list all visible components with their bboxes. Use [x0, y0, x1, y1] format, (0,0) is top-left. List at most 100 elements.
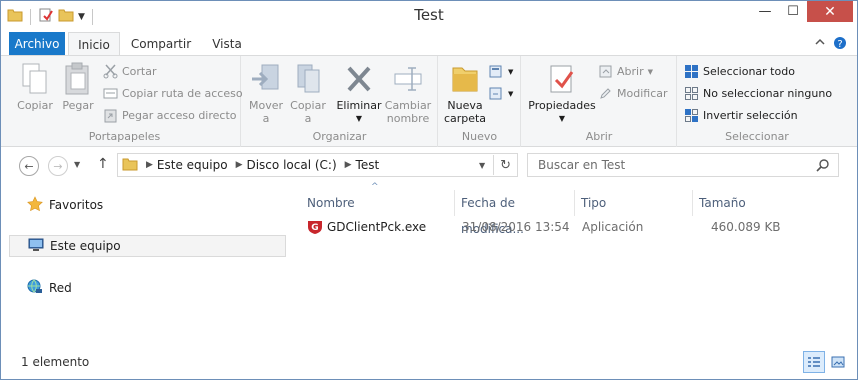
copiar-ruta-label: Copiar ruta de acceso — [122, 87, 243, 100]
file-date: 31/08/2016 13:54 — [462, 220, 570, 234]
invertir-seleccion-label: Invertir selección — [703, 109, 798, 122]
select-none-icon — [684, 86, 699, 101]
breadcrumb-este-equipo[interactable]: Este equipo — [157, 158, 228, 172]
forward-icon[interactable]: → — [48, 156, 68, 176]
copy-path-icon — [103, 86, 118, 101]
tab-compartir[interactable]: Compartir — [125, 32, 197, 56]
cambiar-label: Cambiar — [384, 99, 432, 112]
copiar-ruta-button[interactable]: Copiar ruta de acceso — [103, 86, 243, 101]
file-size: 460.089 KB — [711, 220, 781, 234]
seleccionar-todo-label: Seleccionar todo — [703, 65, 795, 78]
easy-access-dropdown-icon: ▼ — [508, 89, 514, 98]
chevron-right-icon[interactable]: ▶ — [146, 160, 153, 170]
new-folder-icon — [449, 62, 481, 96]
cortar-label: Cortar — [122, 65, 157, 78]
ribbon-expand-icon[interactable] — [813, 36, 827, 53]
copiar-button[interactable]: Copiar — [13, 62, 57, 112]
window-title: Test — [414, 6, 444, 24]
nueva-carpeta-button[interactable]: Nueva carpeta — [443, 62, 487, 125]
paste-icon — [62, 62, 94, 96]
nav-item-red[interactable]: Red — [9, 277, 286, 299]
address-history-icon[interactable]: ▼ — [479, 161, 485, 170]
breadcrumb-disco-local[interactable]: Disco local (C:) — [246, 158, 336, 172]
ribbon-right-icons: ? — [813, 36, 847, 53]
no-seleccionar-label: No seleccionar ninguno — [703, 87, 833, 100]
chevron-right-icon[interactable]: ▶ — [345, 160, 352, 170]
pegar-acceso-button[interactable]: Pegar acceso directo — [103, 108, 237, 123]
mover-label: Mover — [248, 99, 284, 112]
close-icon[interactable]: ✕ — [807, 1, 853, 22]
tab-inicio[interactable]: Inicio — [68, 32, 120, 56]
up-icon[interactable]: ↑ — [97, 156, 109, 172]
group-seleccionar: Seleccionar todo No seleccionar ninguno … — [678, 56, 836, 147]
copiar-a-label: Copiar — [290, 99, 326, 112]
search-icon[interactable] — [816, 158, 830, 175]
nav-item-label: Favoritos — [49, 198, 104, 212]
new-item-icon — [489, 64, 504, 79]
eliminar-button[interactable]: Eliminar ▼ — [336, 62, 382, 125]
minimize-icon[interactable]: — — [751, 1, 779, 22]
nav-item-label: Red — [49, 281, 72, 295]
tab-vista[interactable]: Vista — [201, 32, 253, 56]
propiedades-dropdown-icon[interactable]: ▼ — [526, 112, 598, 125]
cut-icon — [103, 64, 118, 79]
column-header-tipo[interactable]: Tipo — [575, 190, 693, 216]
copiar-a-button[interactable]: Copiar a — [288, 62, 328, 125]
chevron-right-icon[interactable]: ▶ — [236, 160, 243, 170]
nuevo-elemento-button[interactable]: ▼ — [489, 64, 513, 79]
paste-shortcut-icon — [103, 108, 118, 123]
cambiar-nombre-button[interactable]: Cambiar nombre — [384, 62, 432, 125]
network-icon — [27, 279, 43, 298]
mover-a-button[interactable]: Mover a — [246, 62, 286, 125]
open-icon — [598, 64, 613, 79]
mover-label-2: a — [262, 112, 270, 125]
invert-selection-icon — [684, 108, 699, 123]
ribbon: Copiar Pegar Cortar Copiar ruta de acces… — [1, 55, 857, 147]
back-icon[interactable]: ← — [19, 156, 39, 176]
seleccionar-todo-button[interactable]: Seleccionar todo — [684, 64, 795, 79]
nav-item-este-equipo[interactable]: Este equipo — [9, 235, 286, 257]
tab-archivo[interactable]: Archivo — [9, 32, 65, 56]
file-name: GDClientPck.exe — [327, 220, 427, 234]
modificar-label: Modificar — [617, 87, 668, 100]
copiar-label: Copiar — [17, 99, 53, 112]
table-row[interactable]: G GDClientPck.exe 31/08/2016 13:54 Aplic… — [301, 217, 781, 239]
rename-icon — [392, 62, 424, 96]
modificar-button[interactable]: Modificar — [598, 86, 668, 101]
breadcrumb-test[interactable]: Test — [356, 158, 380, 172]
group-organizar: Mover a Copiar a Eliminar ▼ Cambiar nomb… — [242, 56, 438, 147]
maximize-icon[interactable]: ☐ — [779, 1, 807, 22]
refresh-icon[interactable]: ↻ — [500, 158, 511, 173]
new-item-dropdown-icon: ▼ — [508, 67, 514, 76]
address-bar[interactable]: ▶ Este equipo ▶ Disco local (C:) ▶ Test … — [117, 153, 518, 177]
file-type: Aplicación — [582, 220, 644, 234]
search-placeholder: Buscar en Test — [538, 158, 626, 172]
no-seleccionar-button[interactable]: No seleccionar ninguno — [684, 86, 832, 101]
nueva-label: Nueva — [447, 99, 483, 112]
group-label-abrir: Abrir — [585, 130, 613, 143]
cortar-button[interactable]: Cortar — [103, 64, 157, 79]
recent-locations-icon[interactable]: ▼ — [74, 160, 80, 169]
edit-icon — [598, 86, 613, 101]
column-header-nombre[interactable]: Nombre — [301, 190, 455, 216]
column-header-tamano[interactable]: Tamaño — [693, 190, 775, 216]
large-icons-view-icon[interactable] — [827, 351, 849, 373]
copiar-a-label-2: a — [304, 112, 312, 125]
help-icon[interactable]: ? — [833, 36, 847, 53]
nombre-label: nombre — [386, 112, 430, 125]
pegar-button[interactable]: Pegar — [57, 62, 99, 112]
acceso-facil-button[interactable]: ▼ — [489, 86, 513, 101]
group-portapapeles: Copiar Pegar Cortar Copiar ruta de acces… — [9, 56, 243, 147]
title-bar: ▼ Test — ☐ ✕ — [1, 1, 857, 32]
propiedades-button[interactable]: Propiedades ▼ — [526, 62, 598, 125]
nav-item-favoritos[interactable]: Favoritos — [9, 194, 286, 216]
search-input[interactable]: Buscar en Test — [527, 153, 839, 177]
group-nuevo: Nueva carpeta ▼ ▼ Nuevo — [439, 56, 521, 147]
invertir-seleccion-button[interactable]: Invertir selección — [684, 108, 798, 123]
navigation-pane: Favoritos Este equipo Red — [1, 184, 291, 350]
carpeta-label: carpeta — [443, 112, 487, 125]
eliminar-dropdown-icon[interactable]: ▼ — [336, 112, 382, 125]
abrir-button[interactable]: Abrir ▼ — [598, 64, 653, 79]
column-header-fecha[interactable]: Fecha de modifica... — [455, 190, 575, 236]
details-view-icon[interactable] — [803, 351, 825, 373]
